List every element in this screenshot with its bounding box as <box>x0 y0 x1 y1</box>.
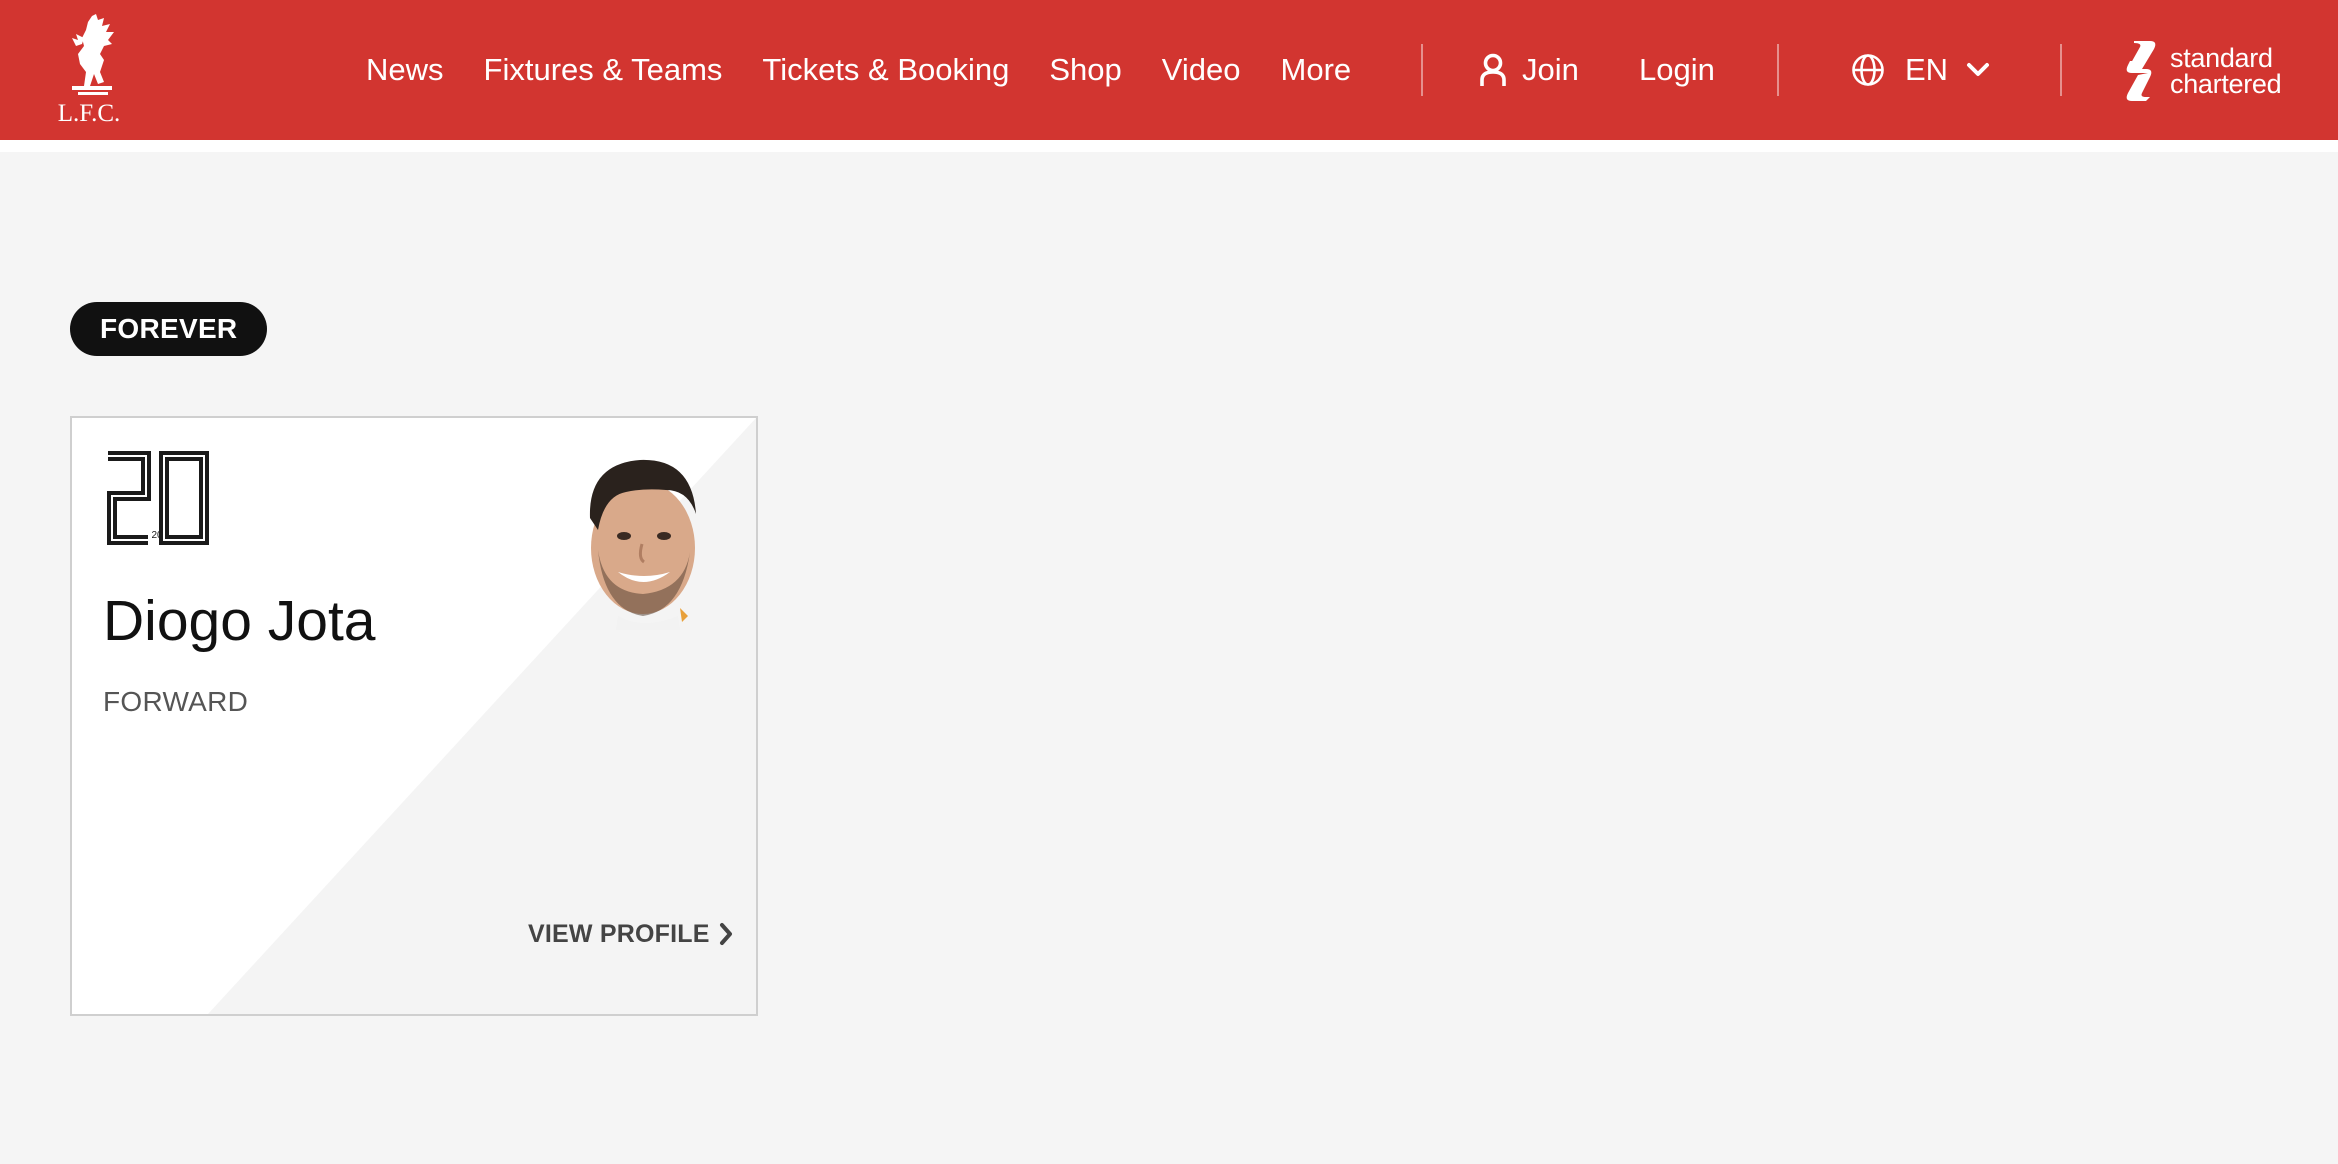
squad-number-graphic: 20 <box>107 451 209 545</box>
sponsor-wordmark: standard chartered <box>2170 43 2282 99</box>
join-label: Join <box>1522 52 1579 87</box>
player-card[interactable]: 20 Diogo Jota FORWARD VIEW PROFILE <box>70 416 758 1016</box>
player-position: FORWARD <box>103 686 249 717</box>
forever-badge: FOREVER <box>70 302 268 356</box>
join-button[interactable]: Join <box>1478 40 1579 100</box>
main-nav: News Fixtures & Teams Tickets & Booking … <box>366 40 1351 100</box>
nav-divider <box>2060 44 2062 96</box>
site-header: L.F.C. News Fixtures & Teams Tickets & B… <box>0 0 2338 140</box>
nav-video[interactable]: Video <box>1162 40 1241 100</box>
view-profile-link[interactable]: VIEW PROFILE <box>528 914 734 954</box>
nav-news[interactable]: News <box>366 40 444 100</box>
player-name: Diogo Jota <box>103 589 376 653</box>
language-selector[interactable]: EN <box>1851 40 1990 100</box>
chevron-down-icon <box>1967 63 1990 76</box>
sponsor-line-2: chartered <box>2170 69 2282 99</box>
standard-chartered-logo[interactable]: standard chartered <box>2120 36 2300 106</box>
nav-more[interactable]: More <box>1281 40 1352 100</box>
globe-icon <box>1852 54 1884 86</box>
lfc-crest-logo[interactable]: L.F.C. <box>54 14 124 130</box>
squad-number-text: 20 <box>151 530 163 541</box>
header-underline <box>0 140 2338 152</box>
crest-text: L.F.C. <box>57 100 121 127</box>
player-headshot <box>589 459 696 630</box>
login-button[interactable]: Login <box>1639 40 1715 100</box>
sponsor-line-1: standard <box>2170 43 2273 73</box>
nav-shop[interactable]: Shop <box>1049 40 1121 100</box>
nav-divider <box>1777 44 1779 96</box>
standard-chartered-mark-icon <box>2126 41 2156 101</box>
liverbird-icon <box>72 14 114 95</box>
nav-divider <box>1421 44 1423 96</box>
nav-tickets-booking[interactable]: Tickets & Booking <box>762 40 1009 100</box>
chevron-right-icon <box>719 923 732 945</box>
language-label: EN <box>1905 52 1949 87</box>
nav-fixtures-teams[interactable]: Fixtures & Teams <box>484 40 723 100</box>
user-icon <box>1480 53 1506 86</box>
view-profile-label: VIEW PROFILE <box>528 919 710 948</box>
